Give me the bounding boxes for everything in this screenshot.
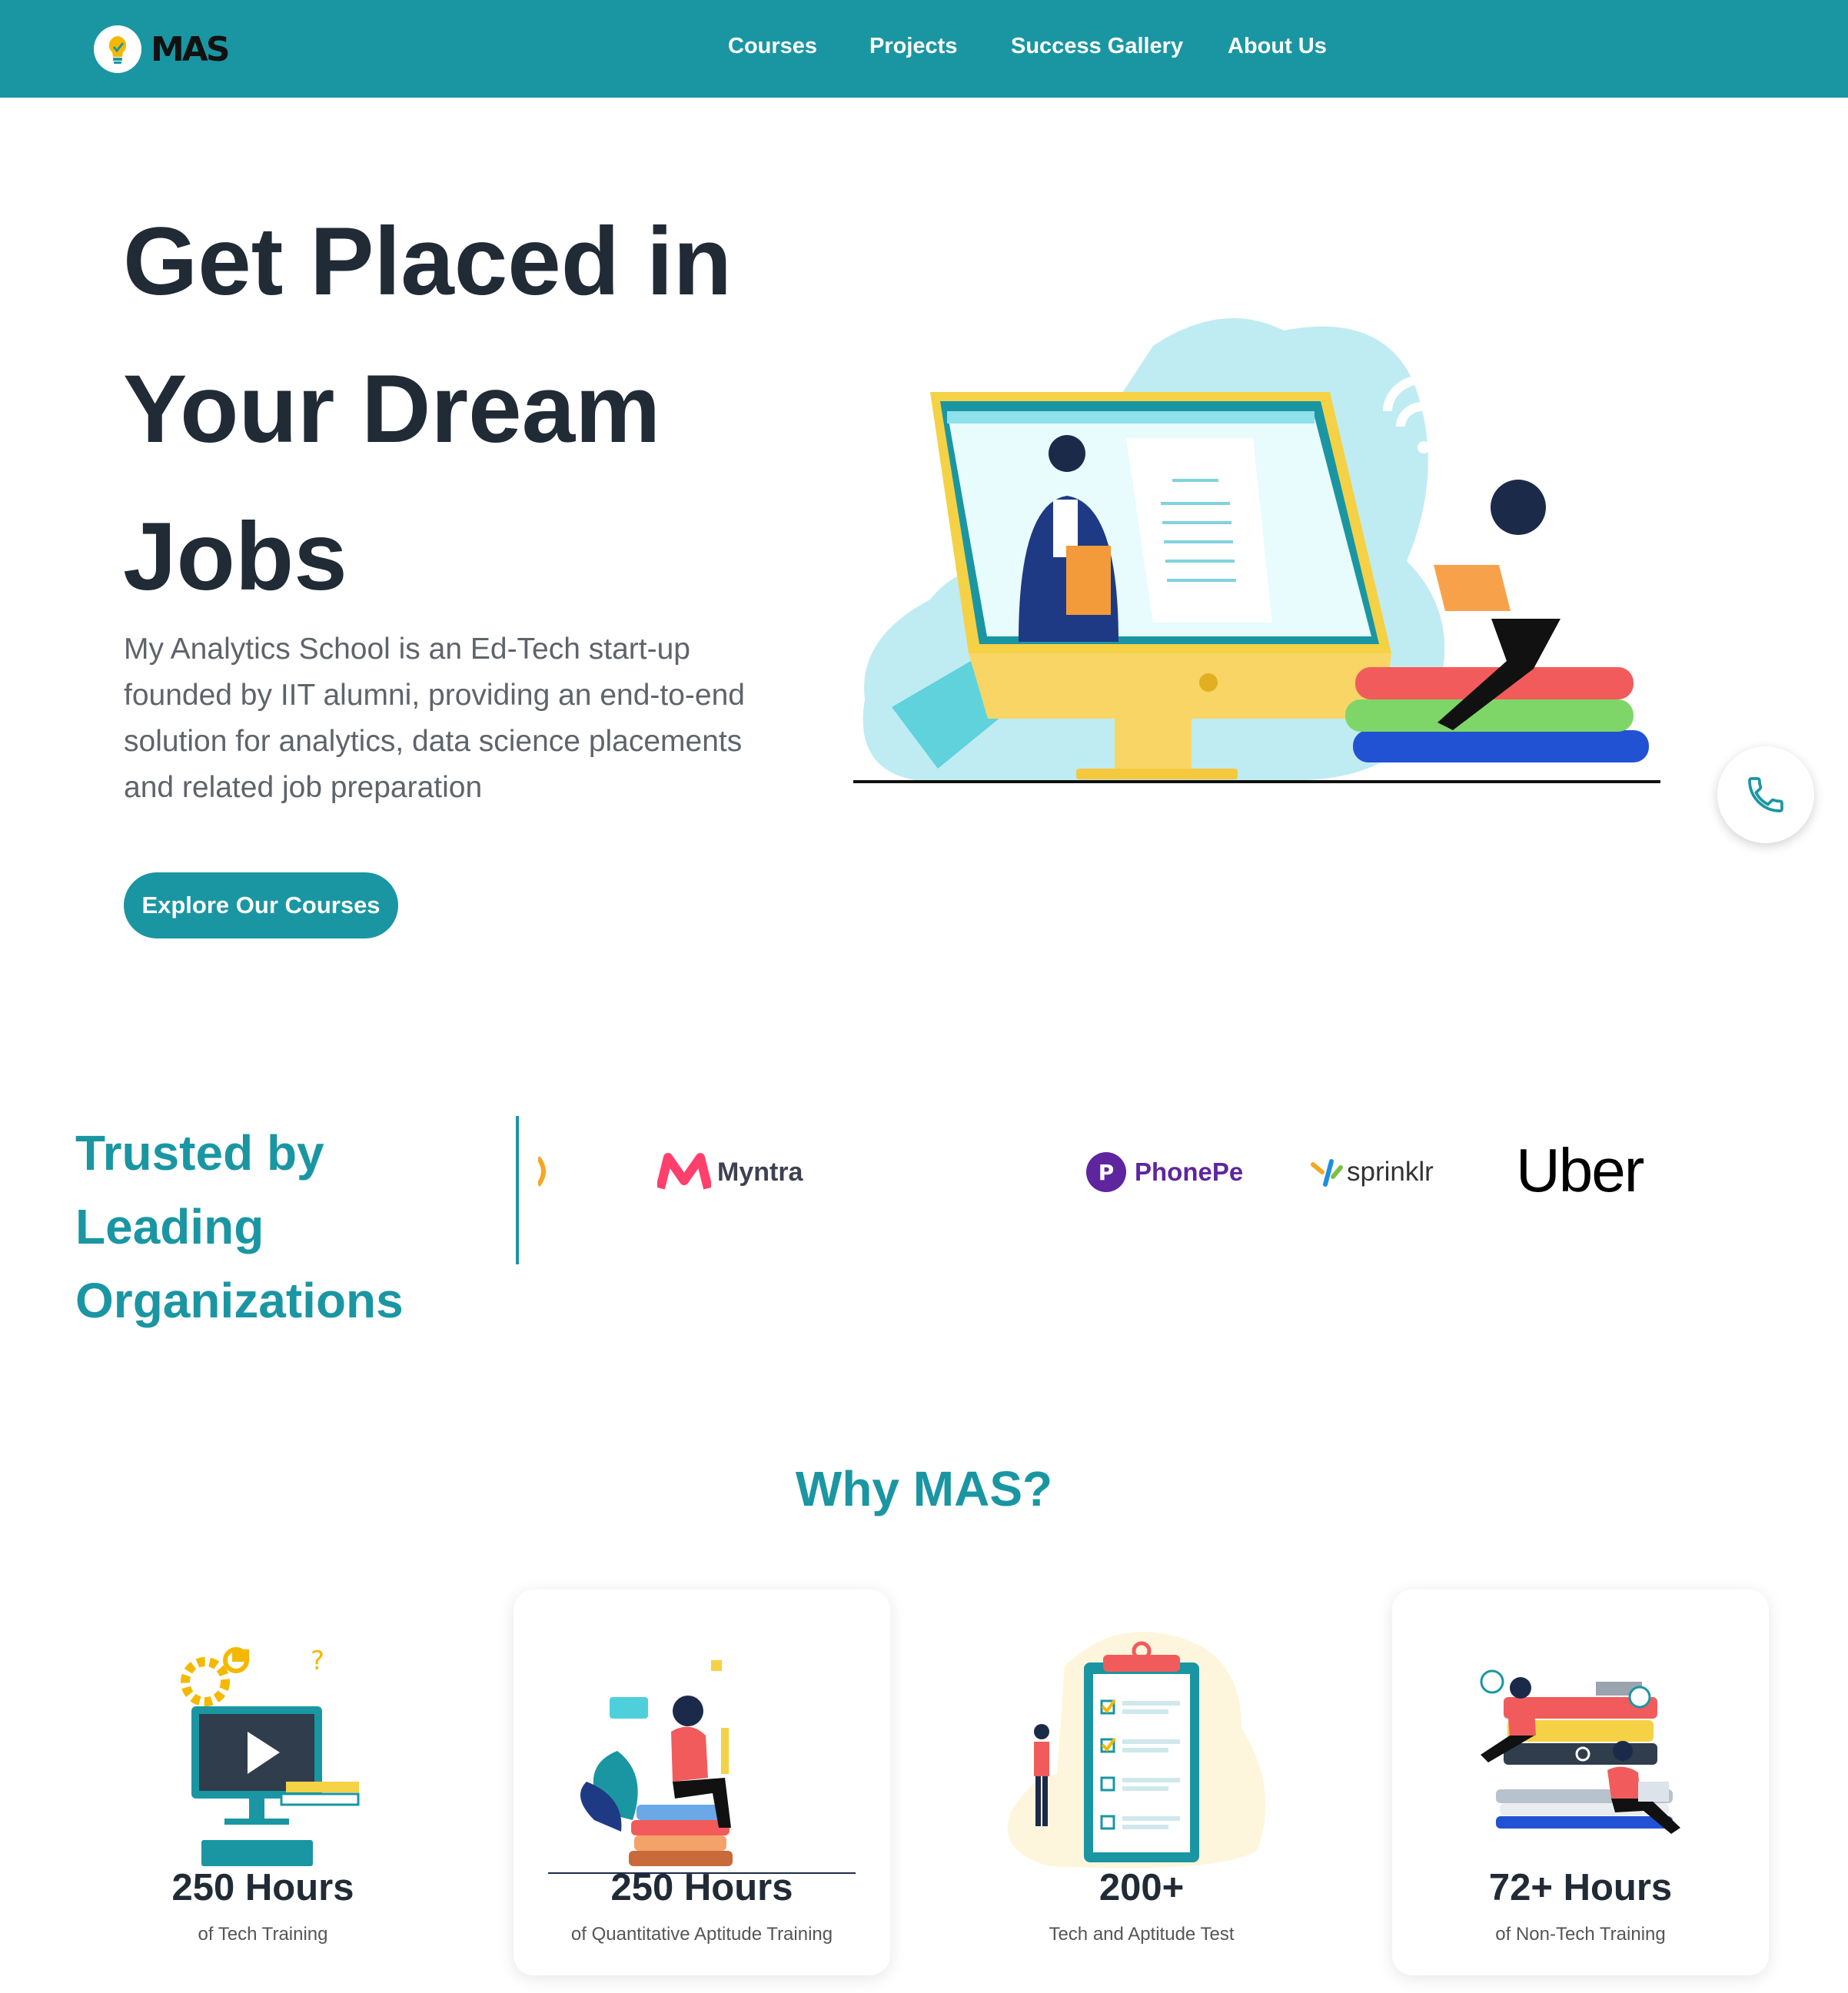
lightbulb-icon: [94, 25, 141, 73]
card-label: of Tech Training: [198, 1924, 328, 1945]
brand-logo-text: MAS: [151, 29, 231, 69]
trusted-title-line: Organizations: [75, 1273, 404, 1328]
card-label: of Quantitative Aptitude Training: [570, 1924, 833, 1945]
hero-title-line: Jobs: [123, 503, 347, 610]
hero-title-line: Get Placed in: [123, 208, 732, 315]
nav-success-gallery[interactable]: Success Gallery: [1011, 34, 1183, 59]
aptitude-training-illustration: [548, 1620, 856, 1875]
feature-card: ? 250 Hours of Tech Training: [75, 1589, 451, 1975]
nav-courses[interactable]: Courses: [728, 34, 817, 59]
test-illustration: [988, 1620, 1295, 1874]
card-label: Tech and Aptitude Test: [1049, 1924, 1235, 1945]
hero-title: Get Placed in Your Dream Jobs: [123, 188, 815, 631]
sprinklr-icon: [1311, 1159, 1343, 1187]
hero-illustration: [853, 315, 1660, 792]
card-value: 250 Hours: [610, 1867, 793, 1908]
hero-description: My Analytics School is an Ed-Tech start-…: [124, 633, 745, 804]
hero-title-line: Your Dream: [123, 356, 661, 463]
call-button[interactable]: [1717, 746, 1814, 843]
card-label: of Non-Tech Training: [1495, 1924, 1666, 1945]
logo-phonepe: P PhonePe: [1085, 1149, 1243, 1195]
feature-card: 200+ Tech and Aptitude Test: [953, 1589, 1330, 1975]
myntra-icon: [657, 1153, 711, 1190]
logo-myntra-text: Myntra: [717, 1157, 803, 1187]
phonepe-icon: P: [1086, 1152, 1126, 1192]
nav-about-us[interactable]: About Us: [1228, 34, 1327, 59]
trusted-title-line: Trusted by Leading: [75, 1125, 324, 1254]
brand-logo[interactable]: MAS: [94, 25, 231, 73]
tech-training-illustration: ?: [109, 1620, 417, 1874]
logo-phonepe-text: PhonePe: [1135, 1158, 1244, 1186]
top-navbar: MAS Courses Projects Success Gallery Abo…: [0, 0, 1848, 98]
logo-sprinklr: sprinklr: [1310, 1151, 1434, 1194]
svg-text:?: ?: [311, 1646, 324, 1676]
card-value: 250 Hours: [171, 1867, 354, 1908]
non-tech-training-illustration: [1427, 1620, 1734, 1874]
logo-sprinklr-text: sprinklr: [1347, 1157, 1434, 1187]
phone-icon: [1748, 777, 1783, 812]
feature-card: 250 Hours of Quantitative Aptitude Train…: [514, 1589, 890, 1975]
logo-myntra: Myntra: [657, 1149, 803, 1195]
why-section-title: Why MAS?: [795, 1461, 1053, 1516]
logo-uber: Uber: [1516, 1136, 1644, 1205]
card-value: 200+: [1098, 1867, 1185, 1908]
explore-courses-button[interactable]: Explore Our Courses: [124, 872, 398, 938]
feature-card: 72+ Hours of Non-Tech Training: [1392, 1589, 1769, 1975]
card-value: 72+ Hours: [1488, 1867, 1673, 1908]
trusted-title: Trusted by Leading Organizations: [75, 1116, 521, 1337]
svg-text:P: P: [1098, 1160, 1115, 1185]
partial-logo-icon: [538, 1153, 549, 1190]
trusted-divider: [516, 1116, 519, 1264]
logo-uber-text: Uber: [1516, 1136, 1644, 1204]
nav-projects[interactable]: Projects: [869, 34, 957, 59]
